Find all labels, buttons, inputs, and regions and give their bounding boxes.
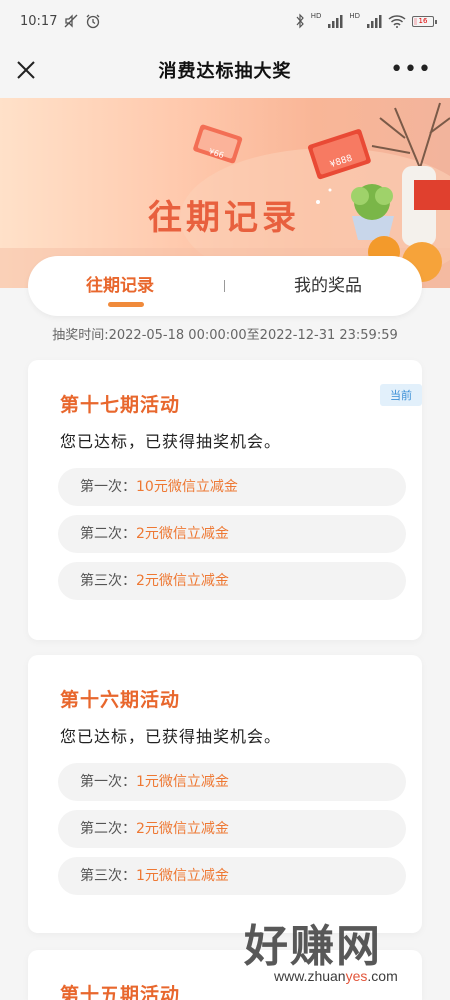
activity-status: 您已达标，已获得抽奖机会。 — [60, 727, 282, 746]
activity-title: 第十五期活动 — [60, 984, 181, 1000]
current-badge: 当前 — [380, 384, 422, 406]
close-icon[interactable] — [12, 56, 40, 84]
banner-title: 往期记录 — [148, 198, 300, 238]
prize-value: 1元微信立减金 — [136, 774, 229, 790]
status-time: 10:17 — [20, 13, 58, 29]
wifi-icon — [388, 15, 406, 28]
prize-label: 第一次： — [80, 479, 136, 495]
prize-row: 第一次：10元微信立减金 — [58, 468, 406, 506]
mute-icon — [65, 14, 78, 28]
battery-level: 16 — [418, 17, 428, 25]
network-type-1: HD — [310, 12, 322, 20]
prize-value: 10元微信立减金 — [136, 479, 238, 495]
prize-label: 第一次： — [80, 774, 136, 790]
page-title: 消费达标抽大奖 — [158, 61, 292, 82]
watermark-text: 好赚网 — [244, 921, 382, 972]
signal-icon-2 — [367, 15, 382, 28]
activity-title: 第十六期活动 — [60, 689, 181, 711]
signal-icon-1 — [328, 15, 343, 28]
prize-value: 2元微信立减金 — [136, 573, 229, 589]
status-bar: 10:17 HD HD 16 — [0, 0, 450, 42]
tab-my-prizes[interactable]: 我的奖品 — [294, 256, 362, 316]
activity-status: 您已达标，已获得抽奖机会。 — [60, 432, 282, 451]
alarm-icon — [87, 14, 100, 29]
prize-row: 第一次：1元微信立减金 — [58, 763, 406, 801]
prize-label: 第二次： — [80, 526, 136, 542]
prize-row: 第二次：2元微信立减金 — [58, 515, 406, 553]
prize-label: 第三次： — [80, 573, 136, 589]
tab-bar: 往期记录 我的奖品 — [28, 256, 422, 316]
prize-row: 第二次：2元微信立减金 — [58, 810, 406, 848]
watermark-logo: 好赚网 www.zhuanyes.com — [240, 910, 440, 998]
tab-divider — [224, 280, 225, 292]
tab-active-indicator — [108, 302, 144, 307]
more-options-button[interactable]: ••• — [390, 56, 432, 84]
bluetooth-icon — [296, 13, 304, 29]
tab-past-records[interactable]: 往期记录 — [86, 256, 154, 316]
prize-label: 第二次： — [80, 821, 136, 837]
draw-time-range: 抽奖时间:2022-05-18 00:00:00至2022-12-31 23:5… — [52, 328, 398, 343]
activity-card: 第十七期活动 当前 您已达标，已获得抽奖机会。 第一次：10元微信立减金 第二次… — [28, 360, 422, 640]
nav-bar: 消费达标抽大奖 ••• — [0, 42, 450, 98]
prize-value: 1元微信立减金 — [136, 868, 229, 884]
activity-title: 第十七期活动 — [60, 394, 181, 416]
network-type-2: HD — [349, 12, 360, 20]
prize-label: 第三次： — [80, 868, 136, 884]
prize-value: 2元微信立减金 — [136, 526, 229, 542]
prize-value: 2元微信立减金 — [136, 821, 229, 837]
watermark-url: www.zhuanyes.com — [274, 968, 398, 984]
battery-icon: 16 — [412, 15, 437, 27]
activity-card: 第十六期活动 您已达标，已获得抽奖机会。 第一次：1元微信立减金 第二次：2元微… — [28, 655, 422, 933]
prize-row: 第三次：2元微信立减金 — [58, 562, 406, 600]
prize-row: 第三次：1元微信立减金 — [58, 857, 406, 895]
